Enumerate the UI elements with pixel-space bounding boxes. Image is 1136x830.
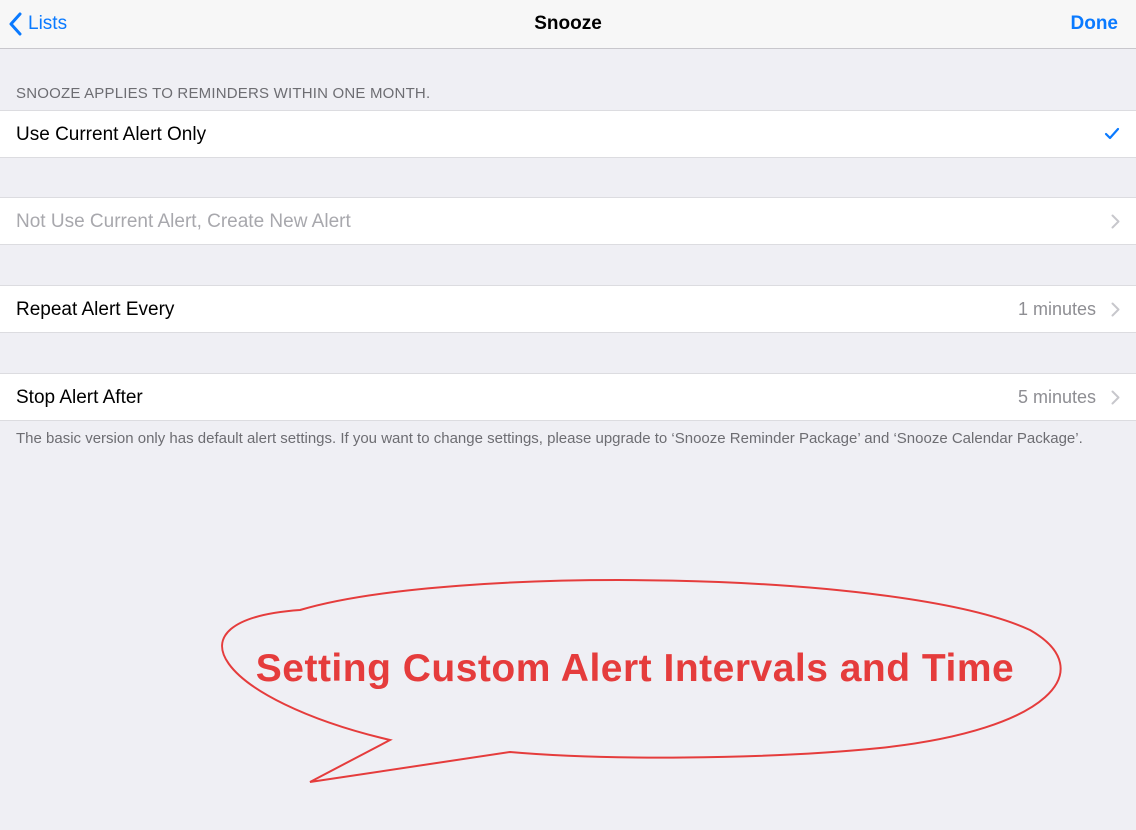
speech-bubble-annotation: [221, 579, 1062, 783]
annotation-text: Setting Custom Alert Intervals and Time: [255, 647, 1015, 690]
